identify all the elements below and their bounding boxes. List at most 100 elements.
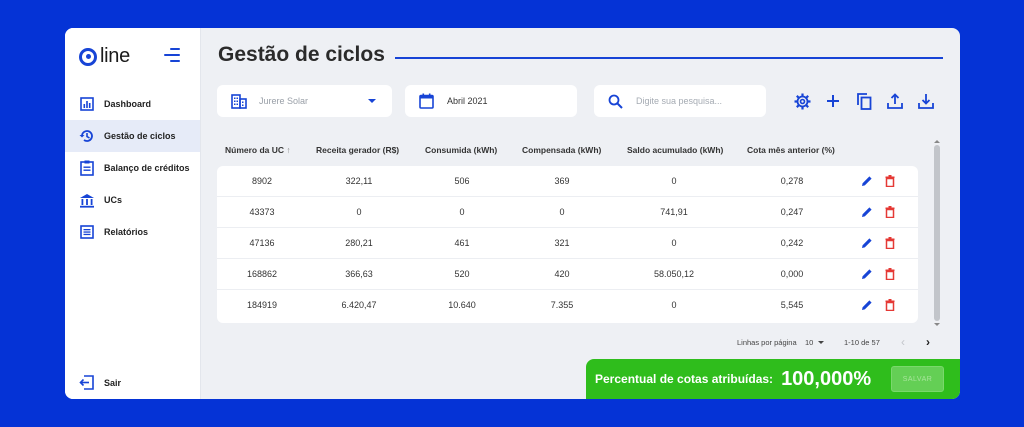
sidebar-nav: Dashboard Gestão de ciclos Balanço de cr… [65, 88, 200, 248]
history-icon [79, 128, 95, 144]
copy-icon[interactable] [854, 91, 874, 111]
ucs-select[interactable]: Jurere Solar [217, 85, 392, 117]
cell-compensada: 420 [554, 269, 570, 279]
edit-icon[interactable] [861, 268, 873, 280]
quota-summary-label: Percentual de cotas atribuídas: [595, 372, 774, 386]
sidebar-item-relatorios[interactable]: Relatórios [65, 216, 200, 248]
column-header-receita[interactable]: Receita gerador (R$) [316, 145, 399, 155]
edit-icon[interactable] [861, 175, 873, 187]
table-body: 8902 322,11 506 369 0 0,278 43373 0 0 0 … [217, 166, 918, 323]
settings-icon[interactable] [792, 91, 812, 111]
column-header-saldo[interactable]: Saldo acumulado (kWh) [627, 145, 723, 155]
sidebar-item-gestao-de-ciclos[interactable]: Gestão de ciclos [65, 120, 200, 152]
cell-compensada: 369 [554, 176, 570, 186]
edit-icon[interactable] [861, 299, 873, 311]
cell-consumida: 506 [454, 176, 470, 186]
sidebar-item-label: Balanço de créditos [104, 163, 190, 173]
column-header-compensada[interactable]: Compensada (kWh) [522, 145, 601, 155]
date-picker[interactable]: Abril 2021 [405, 85, 577, 117]
bar-chart-icon [79, 96, 95, 112]
caret-down-icon [818, 341, 825, 344]
cell-saldo: 0 [671, 176, 677, 186]
sidebar-item-label: Relatórios [104, 227, 149, 237]
table-row[interactable]: 47136 280,21 461 321 0 0,242 [217, 228, 918, 259]
column-header-numero-uc[interactable]: Número da UC ↑ [225, 145, 291, 155]
sidebar-item-ucs[interactable]: UCs [65, 184, 200, 216]
sidebar: line Dashboard Gestão de ciclos Balanço … [65, 28, 201, 399]
delete-icon[interactable] [885, 268, 897, 281]
chevron-left-icon[interactable]: ‹ [901, 335, 905, 349]
cell-consumida: 461 [454, 238, 470, 248]
cell-compensada: 321 [554, 238, 570, 248]
delete-icon[interactable] [885, 175, 897, 188]
cell-consumida: 0 [459, 207, 465, 217]
sidebar-item-label: UCs [104, 195, 123, 205]
cell-saldo: 741,91 [660, 207, 688, 217]
building-icon [230, 93, 247, 110]
edit-icon[interactable] [861, 206, 873, 218]
cell-numero-uc: 184919 [246, 300, 278, 310]
table-row[interactable]: 43373 0 0 0 741,91 0,247 [217, 197, 918, 228]
column-header-cota[interactable]: Cota mês anterior (%) [747, 145, 835, 155]
calendar-icon [418, 93, 435, 110]
cell-saldo: 0 [671, 300, 677, 310]
cell-consumida: 10.640 [448, 300, 476, 310]
download-icon[interactable] [916, 91, 936, 111]
search-box [594, 85, 766, 117]
logo-icon [79, 47, 97, 66]
cell-numero-uc: 168862 [246, 269, 278, 279]
delete-icon[interactable] [885, 237, 897, 250]
delete-icon[interactable] [885, 299, 897, 312]
menu-toggle-icon[interactable] [164, 48, 180, 62]
search-input[interactable] [636, 96, 756, 106]
table-row[interactable]: 184919 6.420,47 10.640 7.355 0 5,545 [217, 290, 918, 321]
quota-summary-value: 100,000% [781, 367, 872, 390]
list-alt-icon [79, 224, 95, 240]
delete-icon[interactable] [885, 206, 897, 219]
bank-icon [79, 192, 95, 208]
main-content: Gestão de ciclos Jurere Solar Abril 2021 [201, 28, 960, 399]
cell-compensada: 7.355 [550, 300, 574, 310]
ucs-select-value: Jurere Solar [259, 96, 309, 106]
cell-cota: 0,000 [780, 269, 804, 279]
upload-icon[interactable] [885, 91, 905, 111]
cell-receita: 0 [356, 207, 362, 217]
caret-down-icon [368, 99, 376, 103]
column-header-consumida[interactable]: Consumida (kWh) [425, 145, 497, 155]
rows-per-page-select[interactable]: 10 [805, 338, 825, 347]
search-icon [607, 93, 624, 110]
chevron-right-icon[interactable]: › [926, 335, 930, 349]
cell-receita: 6.420,47 [341, 300, 377, 310]
logout-button[interactable]: Sair [79, 375, 121, 391]
page-title: Gestão de ciclos [218, 43, 385, 66]
cell-numero-uc: 43373 [249, 207, 275, 217]
cell-receita: 322,11 [345, 176, 373, 186]
scroll-up-icon[interactable] [934, 140, 940, 143]
cell-consumida: 520 [454, 269, 470, 279]
cell-cota: 0,278 [780, 176, 804, 186]
date-picker-value: Abril 2021 [447, 96, 488, 106]
sidebar-item-balanco-de-creditos[interactable]: Balanço de créditos [65, 152, 200, 184]
quota-summary-banner: Percentual de cotas atribuídas: 100,000%… [586, 359, 960, 399]
table-scrollbar[interactable] [933, 140, 941, 326]
toolbar [792, 91, 947, 111]
sort-asc-icon: ↑ [286, 145, 291, 155]
scroll-thumb[interactable] [934, 145, 940, 321]
cell-compensada: 0 [559, 207, 565, 217]
table-row[interactable]: 168862 366,63 520 420 58.050,12 0,000 [217, 259, 918, 290]
add-icon[interactable] [823, 91, 843, 111]
title-divider [395, 57, 943, 59]
cell-saldo: 0 [671, 238, 677, 248]
sidebar-item-dashboard[interactable]: Dashboard [65, 88, 200, 120]
cell-saldo: 58.050,12 [653, 269, 695, 279]
scroll-down-icon[interactable] [934, 323, 940, 326]
edit-icon[interactable] [861, 237, 873, 249]
pagination-range: 1-10 de 57 [844, 338, 880, 347]
cell-receita: 366,63 [345, 269, 373, 279]
logo-text: line [100, 45, 130, 67]
cell-cota: 5,545 [780, 300, 804, 310]
table-row[interactable]: 8902 322,11 506 369 0 0,278 [217, 166, 918, 197]
app-window: line Dashboard Gestão de ciclos Balanço … [65, 28, 960, 399]
save-button[interactable]: SALVAR [891, 366, 944, 392]
cell-cota: 0,242 [780, 238, 804, 248]
